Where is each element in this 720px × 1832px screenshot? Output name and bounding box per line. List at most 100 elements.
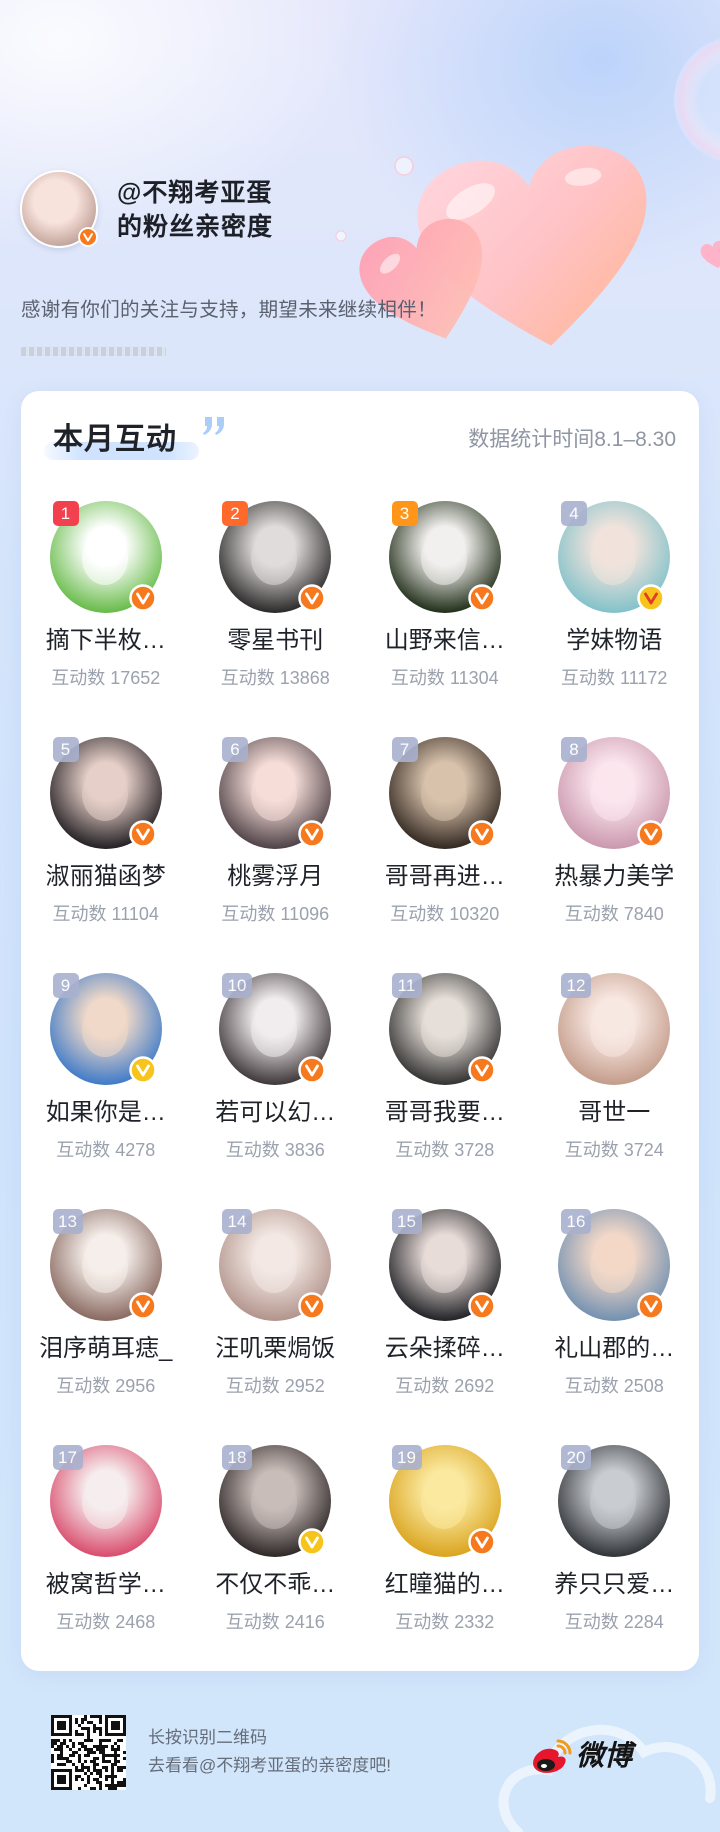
fan-name[interactable]: 摘下半枚… [21,625,191,657]
fan-name[interactable]: 若可以幻… [191,1097,361,1129]
rank-badge: 14 [222,1209,252,1235]
interaction-count: 互动数 10320 [390,904,500,925]
verified-badge-icon [467,1056,496,1084]
verified-badge-icon [637,820,665,848]
fan-item[interactable]: 15 云朵揉碎… 互动数 2692 [360,1209,530,1439]
fan-name[interactable]: 养只只爱… [530,1569,700,1601]
fan-name[interactable]: 汪叽栗焗饭 [191,1333,361,1365]
fan-item[interactable]: 5 淑丽猫函梦互动数 11104 [21,737,191,967]
avatar-photo-highlight [420,1003,467,1058]
avatar-photo-highlight [420,1475,467,1530]
fan-name[interactable]: 不仅不乖… [191,1569,361,1601]
fan-name[interactable]: 礼山郡的… [530,1333,700,1365]
rank-badge: 5 [52,737,79,763]
fan-item[interactable]: 11 哥哥我要… 互动数 3728 [360,973,530,1203]
fan-name[interactable]: 热暴力美学 [530,861,700,893]
verified-badge-icon [637,584,665,612]
interaction-count: 互动数 2332 [395,1612,495,1633]
fan-item[interactable]: 8 热暴力美学互动数 7840 [530,737,700,967]
rank-badge: 16 [561,1209,591,1235]
creator-avatar[interactable] [20,170,98,248]
fan-item[interactable]: 9 如果你是… 互动数 4278 [21,973,191,1203]
fan-item[interactable]: 13 泪序萌耳痣_ 互动数 2956 [21,1209,191,1439]
creator-handle[interactable]: @不翔考亚蛋 [117,176,273,210]
rank-badge: 7 [391,737,418,763]
fan-item[interactable]: 6 桃雾浮月 互动数 11096 [191,737,361,967]
verified-badge-icon [298,584,326,612]
fan-item[interactable]: 14 汪叽栗焗饭互动数 2952 [191,1209,361,1439]
verified-badge-icon [128,820,157,848]
weibo-brand: 微博 [576,1740,633,1771]
hearts-decoration [335,38,720,346]
avatar-photo-highlight [81,1003,128,1058]
rank-badge: 9 [52,973,79,999]
section-title: 本月互动 [53,423,177,456]
fan-name[interactable]: 如果你是… [21,1097,191,1129]
fan-name[interactable]: 零星书刊 [191,625,361,657]
fan-name[interactable]: 红瞳猫的… [360,1569,530,1601]
interaction-count: 互动数 7840 [564,904,664,925]
avatar-photo-highlight [251,1239,298,1294]
fan-name[interactable]: 桃雾浮月 [191,861,361,893]
fan-name[interactable]: 哥哥我要… [360,1097,530,1129]
interaction-count: 互动数 2416 [225,1612,325,1633]
verified-badge-icon [467,584,496,612]
avatar-photo-highlight [81,767,128,822]
page-title-suffix: 的粉丝亲密度 [117,213,274,241]
blurred-text-placeholder [21,347,166,356]
interaction-count: 互动数 11104 [52,904,159,925]
fan-name[interactable]: 哥哥再进… [360,861,530,893]
rank-badge: 17 [52,1445,83,1471]
rank-badge: 8 [561,737,587,763]
verified-badge-icon [78,227,98,247]
interaction-count: 互动数 11172 [561,668,668,688]
avatar-photo-highlight [420,767,467,822]
interaction-count: 互动数 2284 [564,1612,664,1633]
qr-code[interactable] [51,1715,126,1790]
fan-item[interactable]: 12 哥世一 互动数 3724 [530,973,700,1203]
fan-item[interactable]: 20 养只只爱… 互动数 2284 [530,1445,700,1675]
rank-badge: 4 [561,501,587,526]
interaction-count: 互动数 3728 [395,1140,495,1161]
fan-item[interactable]: 3 山野来信… 互动数 11304 [360,501,530,731]
fan-item[interactable]: 4 学妹物语互动数 11172 [530,501,700,731]
avatar-photo-highlight [81,1475,128,1530]
fan-name[interactable]: 学妹物语 [530,625,700,657]
interaction-count: 互动数 17652 [51,668,161,688]
fan-item[interactable]: 1 摘下半枚… 互动数 17652 [21,501,191,731]
avatar-photo-highlight [590,531,637,585]
fan-item[interactable]: 16 礼山郡的… 互动数 2508 [530,1209,700,1439]
rank-badge: 1 [52,501,79,526]
interaction-count: 互动数 4278 [56,1140,156,1161]
rank-badge: 3 [391,501,418,526]
rank-badge: 2 [222,501,248,526]
verified-badge-icon [467,1292,496,1321]
fan-name[interactable]: 泪序萌耳痣_ [21,1333,191,1365]
rank-badge: 12 [561,973,591,999]
fan-name[interactable]: 云朵揉碎… [360,1333,530,1365]
rank-badge: 15 [391,1209,422,1235]
fan-item[interactable]: 19 红瞳猫的… 互动数 2332 [360,1445,530,1675]
fan-name[interactable]: 哥世一 [530,1097,700,1129]
avatar-photo-highlight [590,1239,637,1294]
avatar-photo-highlight [420,1239,467,1294]
verified-badge-icon [128,584,157,612]
verified-badge-icon [637,1292,665,1321]
fan-item[interactable]: 18 不仅不乖… 互动数 2416 [191,1445,361,1675]
statistics-period: 数据统计时间8.1–8.30 [468,428,676,451]
page-title: @不翔考亚蛋 的粉丝亲密度 [117,176,273,244]
interaction-count: 互动数 2468 [56,1612,156,1633]
fan-item[interactable]: 10 若可以幻… 互动数 3836 [191,973,361,1203]
tiny-heart-icon [700,240,720,269]
fan-name[interactable]: 淑丽猫函梦 [21,861,191,893]
thanks-message: 感谢有你们的关注与支持，期望未来继续相伴！ [21,299,437,321]
fan-name[interactable]: 被窝哲学… [21,1569,191,1601]
fan-item[interactable]: 17 被窝哲学… 互动数 2468 [21,1445,191,1675]
bubble-icon [674,38,720,162]
weibo-logo-icon [533,1739,572,1773]
fan-item[interactable]: 7 哥哥再进… 互动数 10320 [360,737,530,967]
rank-badge: 10 [222,973,252,999]
interaction-count: 互动数 2952 [225,1376,325,1397]
fan-name[interactable]: 山野来信… [360,625,530,657]
fan-item[interactable]: 2 零星书刊 互动数 13868 [191,501,361,731]
